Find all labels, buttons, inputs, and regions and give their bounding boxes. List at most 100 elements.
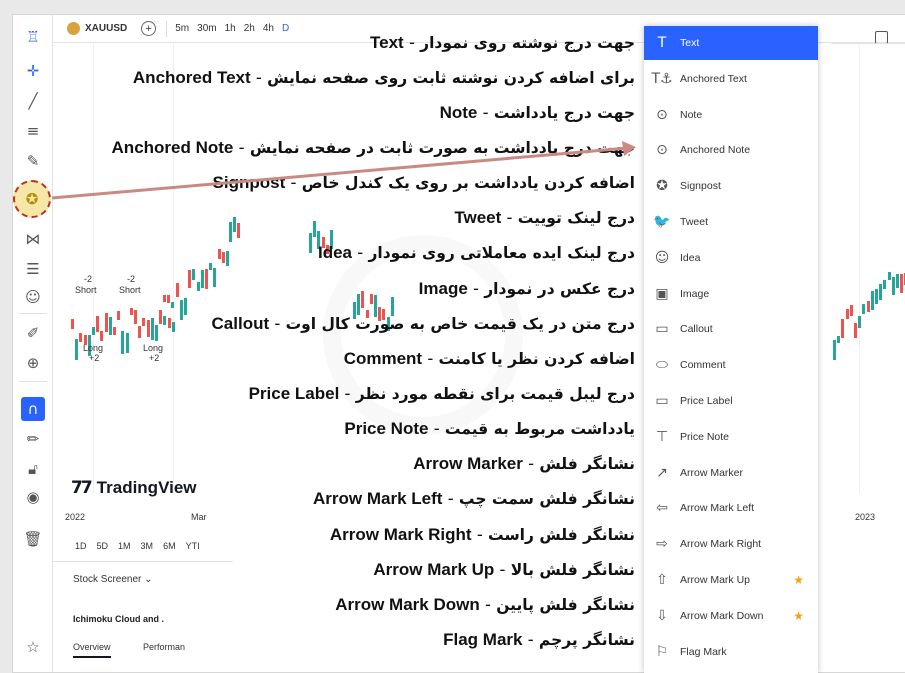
annotation-arrow-mark-right: Arrow Mark Right - نشانگر فلش راست	[329, 525, 635, 544]
annotation-fa: یادداشت مربوط به قیمت	[444, 420, 635, 438]
fib-icon[interactable]: ≡	[21, 119, 45, 143]
timeframe-d[interactable]: D	[282, 23, 289, 34]
candle	[100, 331, 104, 342]
eye-icon[interactable]: ◉	[21, 485, 45, 509]
candle	[883, 279, 887, 290]
menu-item-label: Arrow Marker	[680, 466, 744, 479]
candle	[849, 305, 853, 316]
annotation-arrow-mark-up: Arrow Mark Up - نشانگر فلش بالا	[373, 560, 635, 579]
menu-item-arrow-mark-down[interactable]: ⇩ Arrow Mark Down ★	[644, 599, 818, 633]
menu-item-label: Arrow Mark Up	[680, 574, 751, 586]
tab-performance[interactable]: Performan	[143, 642, 185, 652]
add-symbol-button[interactable]: +	[141, 21, 157, 36]
tab-overview[interactable]: Overview	[73, 642, 111, 658]
annotation-callout: Callout - درج متن در یک قیمت خاص به صورت…	[211, 314, 635, 333]
candle	[163, 294, 166, 303]
indicator-title: Ichimoku Cloud and .	[73, 614, 165, 624]
menu-item-idea[interactable]: ☺ Idea	[644, 241, 818, 275]
chart-label-plus2: +2	[89, 353, 100, 363]
range-3m[interactable]: 3M	[141, 541, 154, 551]
candle	[146, 319, 150, 338]
range-5d[interactable]: 5D	[97, 541, 109, 551]
menu-item-arrow-mark-left[interactable]: ⇦ Arrow Mark Left	[644, 491, 818, 525]
menu-item-callout[interactable]: ▭ Callout	[644, 312, 818, 346]
emoji-icon[interactable]: ☺	[21, 285, 45, 309]
stock-screener-dropdown[interactable]: Stock Screener ⌄	[73, 574, 153, 585]
price-label-icon: ▭	[655, 393, 669, 409]
trash-icon[interactable]: 🗑︎	[21, 527, 45, 551]
candle	[75, 338, 79, 361]
annotation-fa: نشانگر فلش پایین	[496, 596, 635, 614]
menu-item-comment[interactable]: ⬭ Comment	[644, 348, 818, 382]
range-6m[interactable]: 6M	[163, 541, 176, 551]
menu-item-price-label[interactable]: ▭ Price Label	[644, 384, 818, 418]
candle	[205, 268, 208, 289]
zoom-icon[interactable]: ⊕	[21, 351, 45, 375]
candle	[213, 267, 217, 287]
lock-icon[interactable]: 🔓︎	[21, 457, 45, 481]
trend-line-icon[interactable]: ╱	[21, 89, 45, 113]
range-1m[interactable]: 1M	[118, 541, 131, 551]
menu-item-arrow-mark-right[interactable]: ⇨ Arrow Mark Right	[644, 527, 818, 561]
chart-label-short: Short	[75, 285, 97, 295]
candle	[887, 272, 891, 281]
annotation-fa: اضافه کردن نظر یا کامنت	[438, 350, 635, 368]
annotation-fa: درج لیبل قیمت برای نقطه مورد نظر	[355, 385, 635, 403]
menu-item-label: Callout	[680, 323, 713, 336]
candle	[879, 284, 883, 300]
candle	[196, 282, 200, 292]
favorite-star-icon[interactable]: ★	[793, 609, 804, 623]
price-chart-right[interactable]	[819, 43, 905, 493]
menu-item-price-note[interactable]: ⊤ Price Note	[644, 420, 818, 454]
candle	[870, 291, 874, 311]
candle	[150, 317, 154, 340]
date-axis-2023: 2023	[855, 512, 876, 522]
timeframe-30m[interactable]: 30m	[197, 23, 216, 34]
ruler-icon[interactable]: ✐	[21, 321, 45, 345]
crosshair-icon[interactable]: ✛	[21, 59, 45, 83]
pattern-icon[interactable]: ⋈	[21, 227, 45, 251]
menu-item-note[interactable]: ⊙ Note	[644, 98, 818, 132]
candle	[79, 332, 83, 343]
favorite-star-icon[interactable]: ★	[793, 573, 804, 587]
menu-item-arrow-marker[interactable]: ↗ Arrow Marker	[644, 456, 818, 490]
comment-icon: ⬭	[656, 357, 668, 374]
text-icon: T	[657, 35, 667, 51]
projection-icon[interactable]: ☰	[21, 257, 45, 281]
brush-icon[interactable]: ✎	[21, 149, 45, 173]
range-1d[interactable]: 1D	[75, 541, 87, 551]
menu-item-label: Signpost	[680, 180, 721, 193]
range-ytd[interactable]: YTI	[186, 541, 200, 551]
candle	[361, 290, 365, 308]
menu-item-anchored-text[interactable]: T⚓ Anchored Text	[644, 62, 818, 96]
menu-item-image[interactable]: ▣ Image	[644, 277, 818, 311]
timeframe-1h[interactable]: 1h	[225, 23, 236, 34]
star-icon[interactable]: ☆	[21, 635, 45, 659]
candle	[167, 318, 171, 329]
candle	[71, 319, 74, 329]
candle	[845, 308, 849, 320]
annotation-en: Arrow Mark Left	[313, 489, 443, 508]
range-selector: 1D 5D 1M 3M 6M YTI	[75, 541, 210, 551]
tt-logo-icon[interactable]: ♖	[21, 25, 45, 49]
menu-item-arrow-mark-up[interactable]: ⇧ Arrow Mark Up ★	[644, 563, 818, 597]
candle	[313, 220, 317, 238]
menu-item-label: Idea	[680, 251, 701, 264]
signpost-tool-icon[interactable]: ✪	[13, 180, 51, 218]
divider	[19, 313, 47, 314]
menu-item-signpost[interactable]: ✪ Signpost	[644, 169, 818, 203]
timeframe-2h[interactable]: 2h	[244, 23, 255, 34]
annotation-arrow-mark-down: Arrow Mark Down - نشانگر فلش پایین	[335, 595, 635, 614]
date-axis-2022: 2022	[65, 512, 86, 522]
timeframe-4h[interactable]: 4h	[263, 23, 274, 34]
lock-drawing-icon[interactable]: ✏	[21, 427, 45, 451]
candle	[163, 315, 167, 325]
menu-item-anchored-note[interactable]: ⊙ Anchored Note	[644, 133, 818, 167]
timeframe-5m[interactable]: 5m	[175, 23, 189, 34]
menu-item-text[interactable]: T Text	[644, 26, 818, 60]
magnet-icon[interactable]: ∩	[21, 397, 45, 421]
menu-item-tweet[interactable]: 🐦 Tweet	[644, 205, 818, 239]
menu-item-flag-mark[interactable]: ⚐ Flag Mark	[644, 635, 818, 669]
candle	[159, 309, 163, 325]
symbol-label[interactable]: XAUUSD	[85, 23, 127, 34]
